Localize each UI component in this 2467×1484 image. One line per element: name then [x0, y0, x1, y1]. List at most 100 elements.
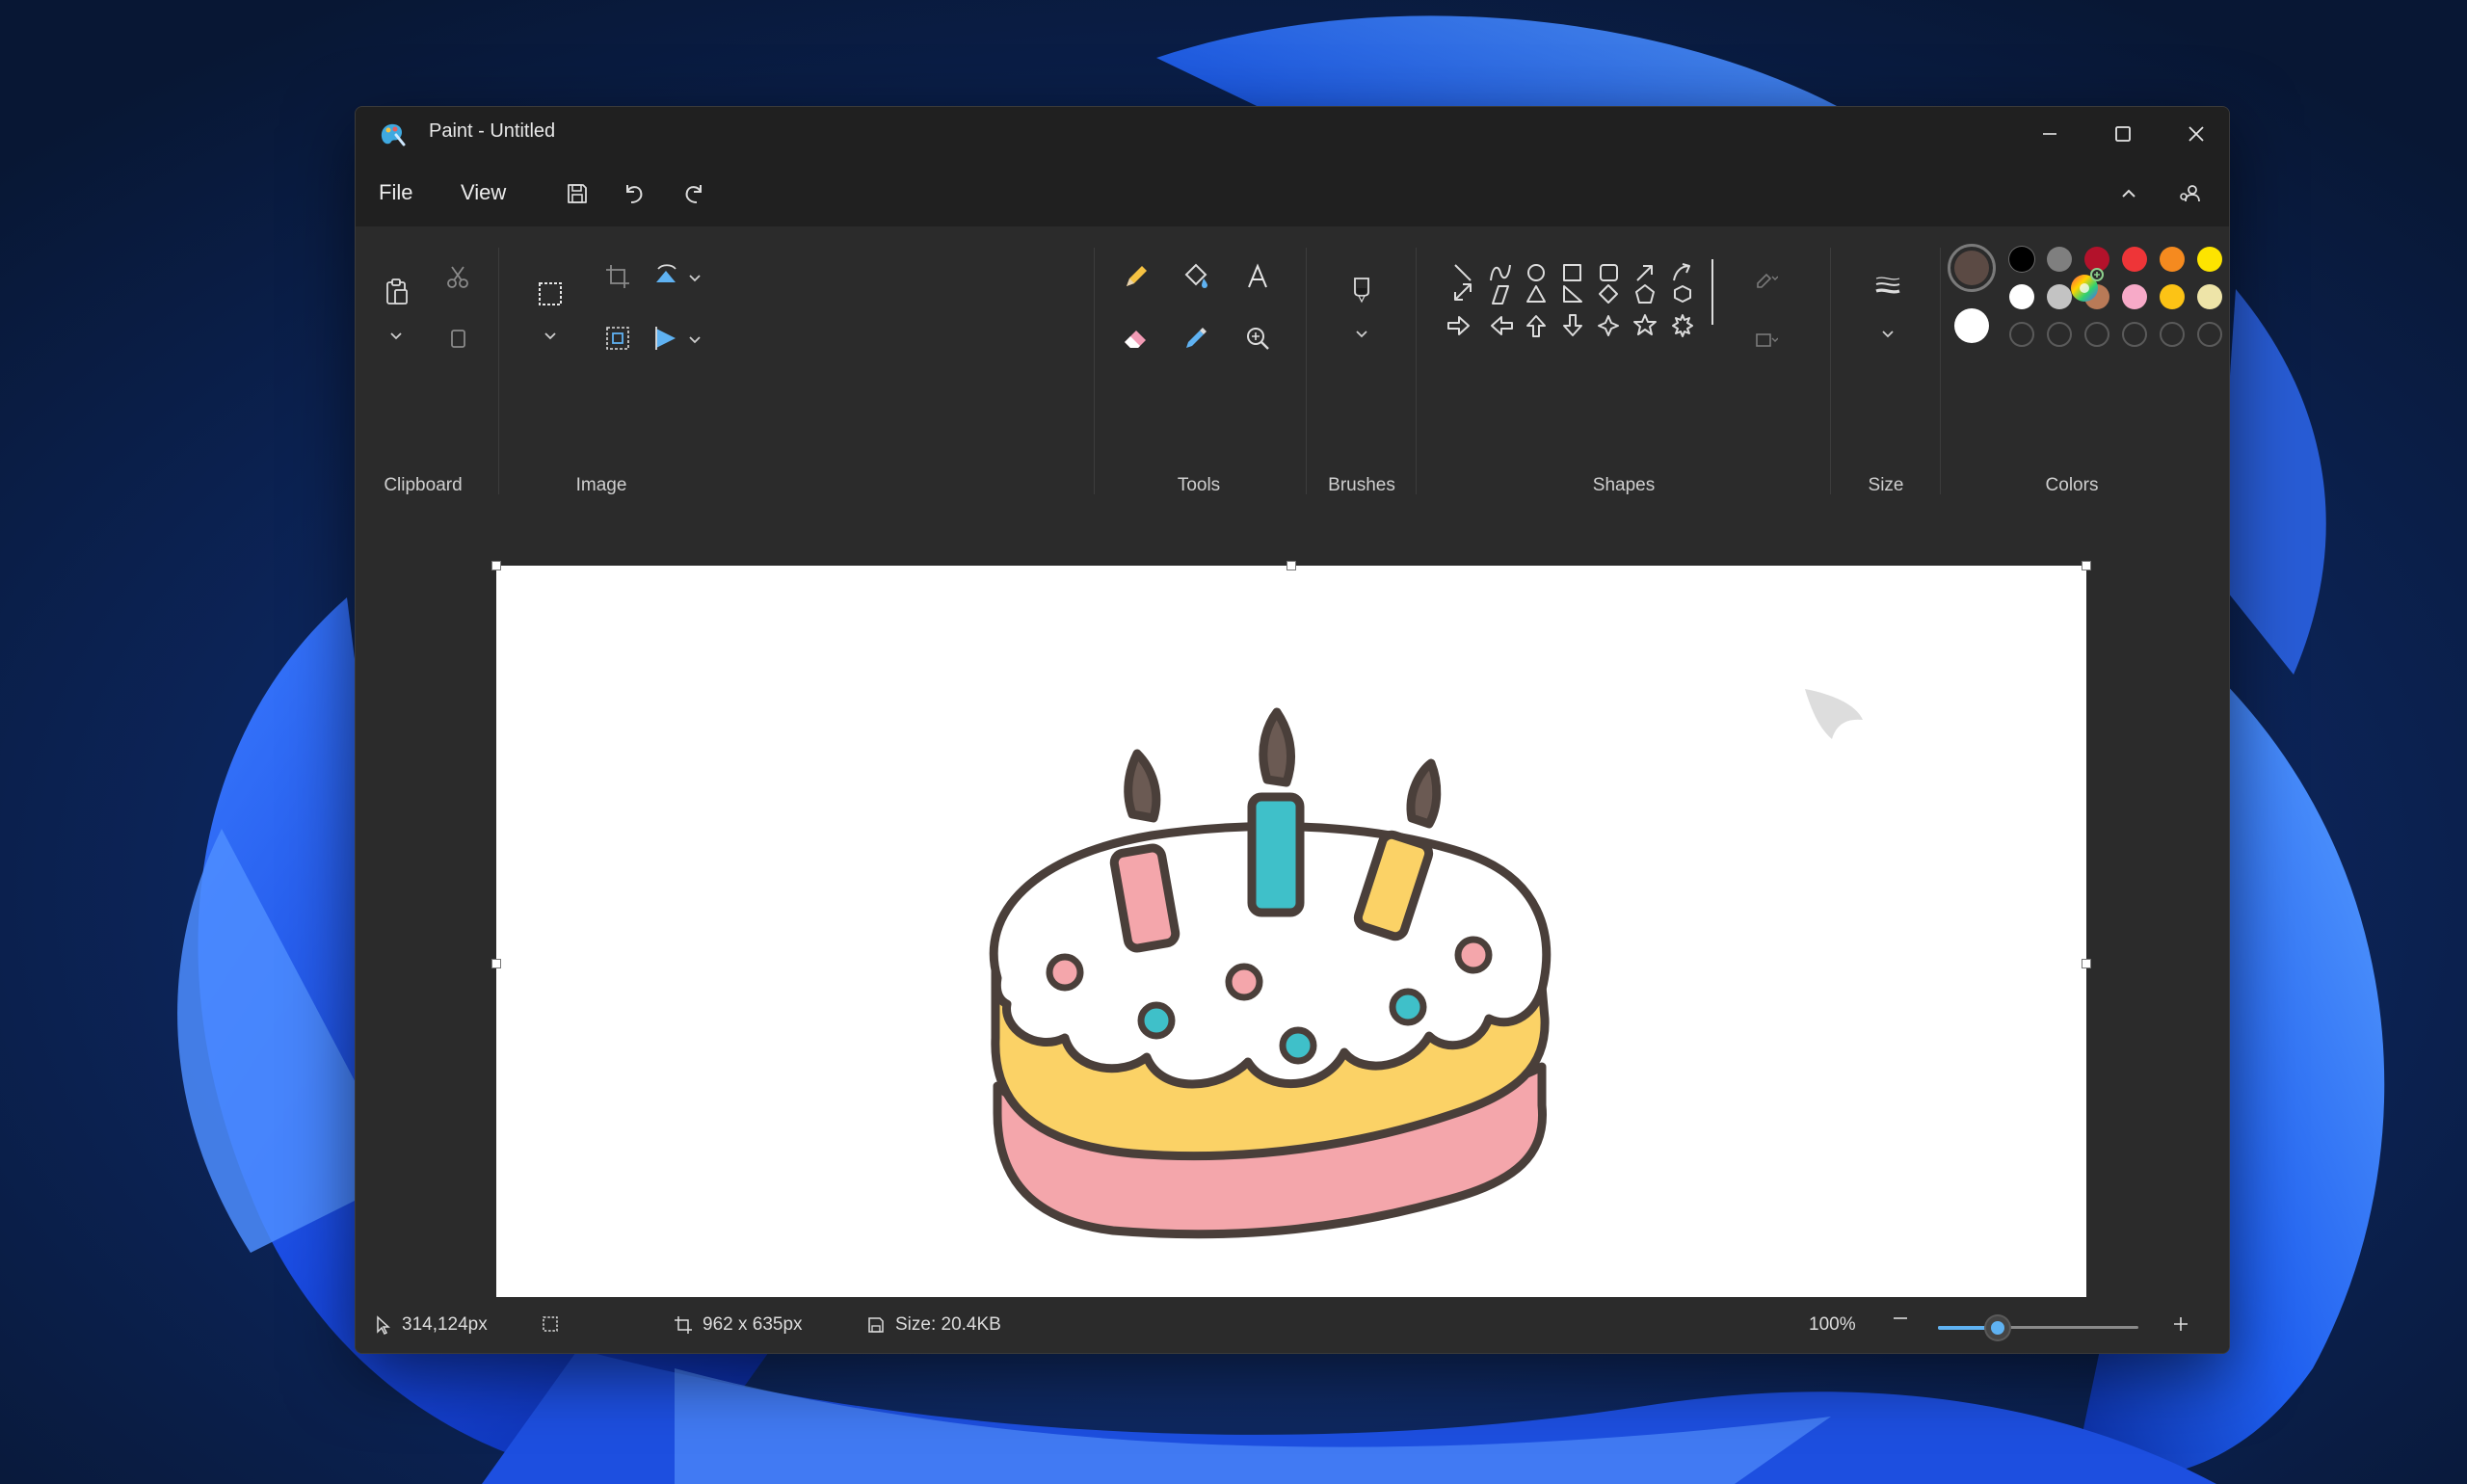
- palette-color-swatch[interactable]: [2160, 247, 2185, 272]
- zoom-out-button[interactable]: [1891, 1309, 1910, 1328]
- left-arrow-shape-icon: [1491, 316, 1513, 335]
- palette-color-swatch[interactable]: [2122, 247, 2147, 272]
- close-icon: [2188, 126, 2204, 142]
- rotate-dropdown[interactable]: [674, 257, 716, 300]
- copy-button[interactable]: [437, 317, 479, 359]
- canvas-size-icon: [675, 1316, 692, 1334]
- drawing-canvas[interactable]: [496, 566, 2086, 1353]
- paste-dropdown[interactable]: [375, 315, 417, 358]
- view-menu[interactable]: View: [461, 180, 506, 205]
- brushes-button[interactable]: [1340, 269, 1383, 311]
- oval-shape-icon: [1527, 264, 1545, 281]
- minus-icon: [1894, 1317, 1907, 1319]
- four-point-star-shape-icon: [1598, 315, 1619, 336]
- flip-dropdown[interactable]: [674, 319, 716, 361]
- minimize-button[interactable]: [2013, 107, 2086, 161]
- status-bar: 314,124px 962 x 635px Size: 20.4KB 100%: [356, 1297, 2229, 1353]
- custom-color-slot[interactable]: [2122, 322, 2147, 347]
- palette-color-swatch[interactable]: [2009, 247, 2034, 272]
- custom-color-slot[interactable]: [2197, 322, 2222, 347]
- zoom-level[interactable]: 100%: [1809, 1314, 1856, 1336]
- cursor-position-text: 314,124px: [402, 1314, 488, 1335]
- resize-button[interactable]: [597, 317, 639, 359]
- resize-handle-top-right[interactable]: [2082, 561, 2091, 570]
- scissors-icon: [447, 266, 468, 288]
- custom-color-slot[interactable]: [2009, 322, 2034, 347]
- right-arrow-shape-icon: [1447, 316, 1470, 335]
- maximize-button[interactable]: [2086, 107, 2160, 161]
- custom-color-slot[interactable]: [2047, 322, 2072, 347]
- pencil-icon: [1127, 266, 1147, 286]
- diamond-shape-icon: [1599, 284, 1618, 304]
- save-button[interactable]: [558, 174, 597, 213]
- palette-color-swatch[interactable]: [2009, 284, 2034, 309]
- primary-color-button[interactable]: [1948, 244, 1996, 292]
- ribbon-separator: [1094, 248, 1095, 494]
- file-size-text: Size: 20.4KB: [895, 1314, 1001, 1335]
- shape-outline-button[interactable]: [1745, 257, 1788, 300]
- eraser-icon: [1125, 331, 1146, 348]
- resize-handle-right[interactable]: [2082, 959, 2091, 968]
- crop-button[interactable]: [597, 255, 639, 298]
- zoom-slider-thumb[interactable]: [1986, 1316, 2010, 1339]
- copy-icon: [451, 330, 465, 348]
- paste-button[interactable]: [375, 271, 417, 313]
- palette-color-swatch[interactable]: [2122, 284, 2147, 309]
- undo-icon: [626, 185, 643, 203]
- fill-tool[interactable]: [1175, 255, 1217, 298]
- palette-color-swatch[interactable]: [2197, 247, 2222, 272]
- edit-colors-button[interactable]: [2065, 261, 2111, 307]
- chevron-down-icon: [544, 332, 556, 340]
- paint-app-icon: [381, 123, 406, 146]
- select-button[interactable]: [529, 273, 571, 315]
- zoom-in-button[interactable]: [2171, 1314, 2190, 1334]
- size-button[interactable]: [1867, 265, 1909, 307]
- resize-handle-top[interactable]: [1287, 561, 1296, 570]
- secondary-color-button[interactable]: [1954, 308, 1989, 343]
- size-dropdown[interactable]: [1867, 313, 1909, 356]
- shape-fill-button[interactable]: [1745, 319, 1788, 361]
- chevron-down-icon: [689, 275, 701, 282]
- eyedropper-icon: [1186, 328, 1207, 348]
- up-arrow-shape-icon: [1526, 315, 1546, 337]
- six-point-star-shape-icon: [1672, 314, 1693, 337]
- undo-button[interactable]: [614, 174, 652, 213]
- rounded-rectangle-shape-icon: [1600, 264, 1618, 281]
- palette-color-swatch[interactable]: [2197, 284, 2222, 309]
- palette-color-swatch[interactable]: [2160, 284, 2185, 309]
- ribbon-separator: [1830, 248, 1831, 494]
- paint-bucket-icon: [1184, 263, 1207, 288]
- resize-handle-top-left[interactable]: [491, 561, 501, 570]
- clipboard-label: Clipboard: [384, 475, 463, 495]
- select-dropdown[interactable]: [529, 315, 571, 358]
- pencil-tool[interactable]: [1115, 255, 1157, 298]
- chevron-down-icon: [1356, 331, 1367, 338]
- account-icon: [2180, 185, 2200, 202]
- close-button[interactable]: [2160, 107, 2229, 161]
- triangle-shape-icon: [1526, 285, 1546, 303]
- eraser-tool[interactable]: [1115, 317, 1157, 359]
- shapes-gallery[interactable]: [1445, 261, 1734, 367]
- diagonal-arrows-shape-icon: [1454, 283, 1472, 301]
- tools-label: Tools: [1177, 475, 1221, 495]
- curve-shape-icon: [1490, 264, 1511, 281]
- resize-handle-left[interactable]: [491, 959, 501, 968]
- cut-button[interactable]: [437, 255, 479, 298]
- color-picker-tool[interactable]: [1175, 317, 1217, 359]
- cursor-icon: [1805, 689, 1863, 739]
- collapse-ribbon-button[interactable]: [2109, 174, 2148, 213]
- magnifier-tool[interactable]: [1236, 317, 1279, 359]
- custom-color-slot[interactable]: [2084, 322, 2109, 347]
- file-menu[interactable]: File: [379, 180, 412, 205]
- shapes-scroll-indicator[interactable]: [1711, 259, 1713, 325]
- redo-button[interactable]: [676, 174, 714, 213]
- chevron-down-icon: [390, 332, 402, 340]
- text-tool[interactable]: [1236, 255, 1279, 298]
- menu-bar: File View: [356, 161, 2229, 226]
- text-icon: [1248, 263, 1267, 288]
- size-label: Size: [1868, 475, 1904, 495]
- custom-color-slot[interactable]: [2160, 322, 2185, 347]
- account-button[interactable]: [2171, 174, 2210, 213]
- fill-icon: [1756, 333, 1778, 347]
- brushes-dropdown[interactable]: [1340, 313, 1383, 356]
